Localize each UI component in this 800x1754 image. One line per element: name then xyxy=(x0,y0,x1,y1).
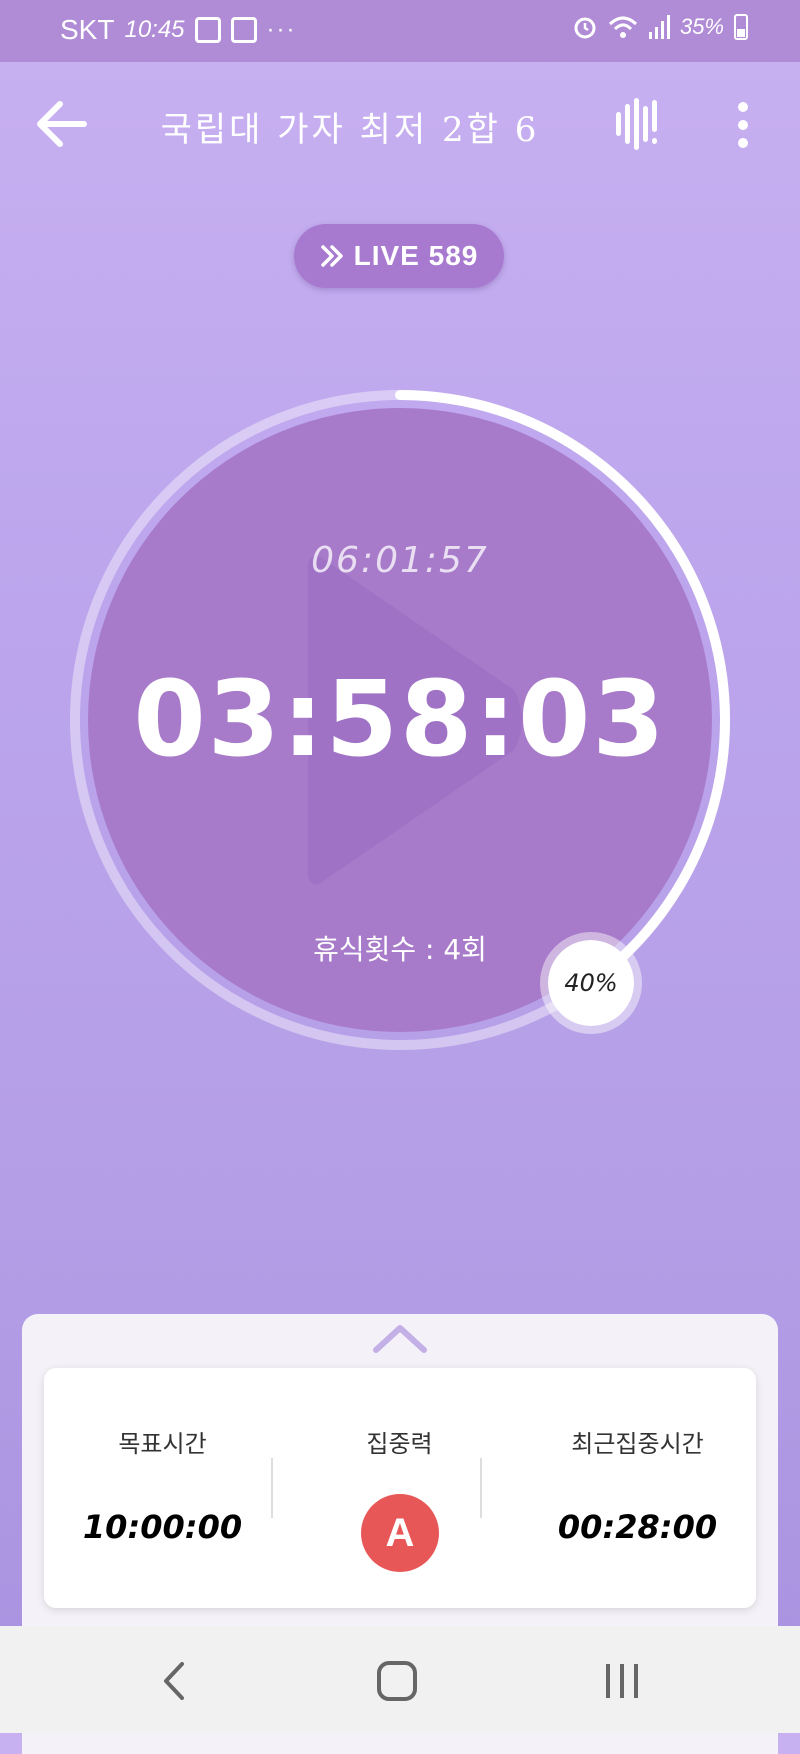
timer-circle[interactable]: 06:01:57 03:58:03 휴식횟수 : 4회 40% xyxy=(60,390,740,1070)
double-chevron-right-icon xyxy=(320,245,343,267)
break-count: 휴식횟수 : 4회 xyxy=(313,933,487,966)
target-time-col: 목표시간 10:00:00 xyxy=(44,1368,281,1608)
battery-percent: 35% xyxy=(679,14,724,39)
page-title: 국립대 가자 최저 2합 6 xyxy=(160,110,540,150)
recent-focus-col: 최근집중시간 00:28:00 xyxy=(519,1368,756,1608)
target-time-value: 10:00:00 xyxy=(82,1508,243,1546)
image-notification-icon xyxy=(230,17,257,43)
nav-home-icon[interactable] xyxy=(372,1656,422,1706)
focus-label: 집중력 xyxy=(366,1430,433,1458)
back-arrow-icon[interactable] xyxy=(34,96,90,152)
nav-recents-icon[interactable] xyxy=(597,1656,647,1706)
recent-focus-label: 최근집중시간 xyxy=(571,1430,704,1458)
more-notifications-icon: ··· xyxy=(266,16,297,43)
progress-label: 40% xyxy=(564,968,618,997)
live-label: LIVE 589 xyxy=(353,240,479,271)
target-time-label: 목표시간 xyxy=(118,1430,207,1458)
carrier-label: SKT xyxy=(60,14,115,45)
progress-knob[interactable]: 40% xyxy=(540,931,643,1034)
chevron-up-icon[interactable] xyxy=(372,1322,428,1356)
status-right: 35% xyxy=(572,14,748,40)
signal-icon xyxy=(648,15,670,39)
system-nav-bar xyxy=(0,1626,800,1733)
sound-wave-icon[interactable] xyxy=(614,98,664,150)
focus-col: 집중력 A xyxy=(281,1368,518,1608)
live-button[interactable]: LIVE 589 xyxy=(294,224,504,288)
nav-back-icon[interactable] xyxy=(150,1656,200,1706)
gallery-notification-icon xyxy=(194,17,221,43)
battery-icon xyxy=(734,14,748,40)
divider xyxy=(480,1458,482,1518)
focus-grade-badge: A xyxy=(361,1494,439,1572)
clock-label: 10:45 xyxy=(124,16,185,43)
status-left: SKT 10:45 ··· xyxy=(60,14,297,46)
more-vert-icon[interactable] xyxy=(728,100,758,150)
current-time: 03:58:03 xyxy=(133,658,667,780)
alarm-icon xyxy=(574,17,596,39)
elapsed-time: 06:01:57 xyxy=(311,540,489,581)
divider xyxy=(271,1458,273,1518)
status-bar: SKT 10:45 ··· 35% xyxy=(0,0,800,62)
recent-focus-value: 00:28:00 xyxy=(557,1508,718,1546)
wifi-icon xyxy=(608,16,637,38)
stats-card: 목표시간 10:00:00 집중력 A 최근집중시간 00:28:00 xyxy=(44,1368,756,1608)
app-bar: 국립대 가자 최저 2합 6 xyxy=(0,62,800,187)
